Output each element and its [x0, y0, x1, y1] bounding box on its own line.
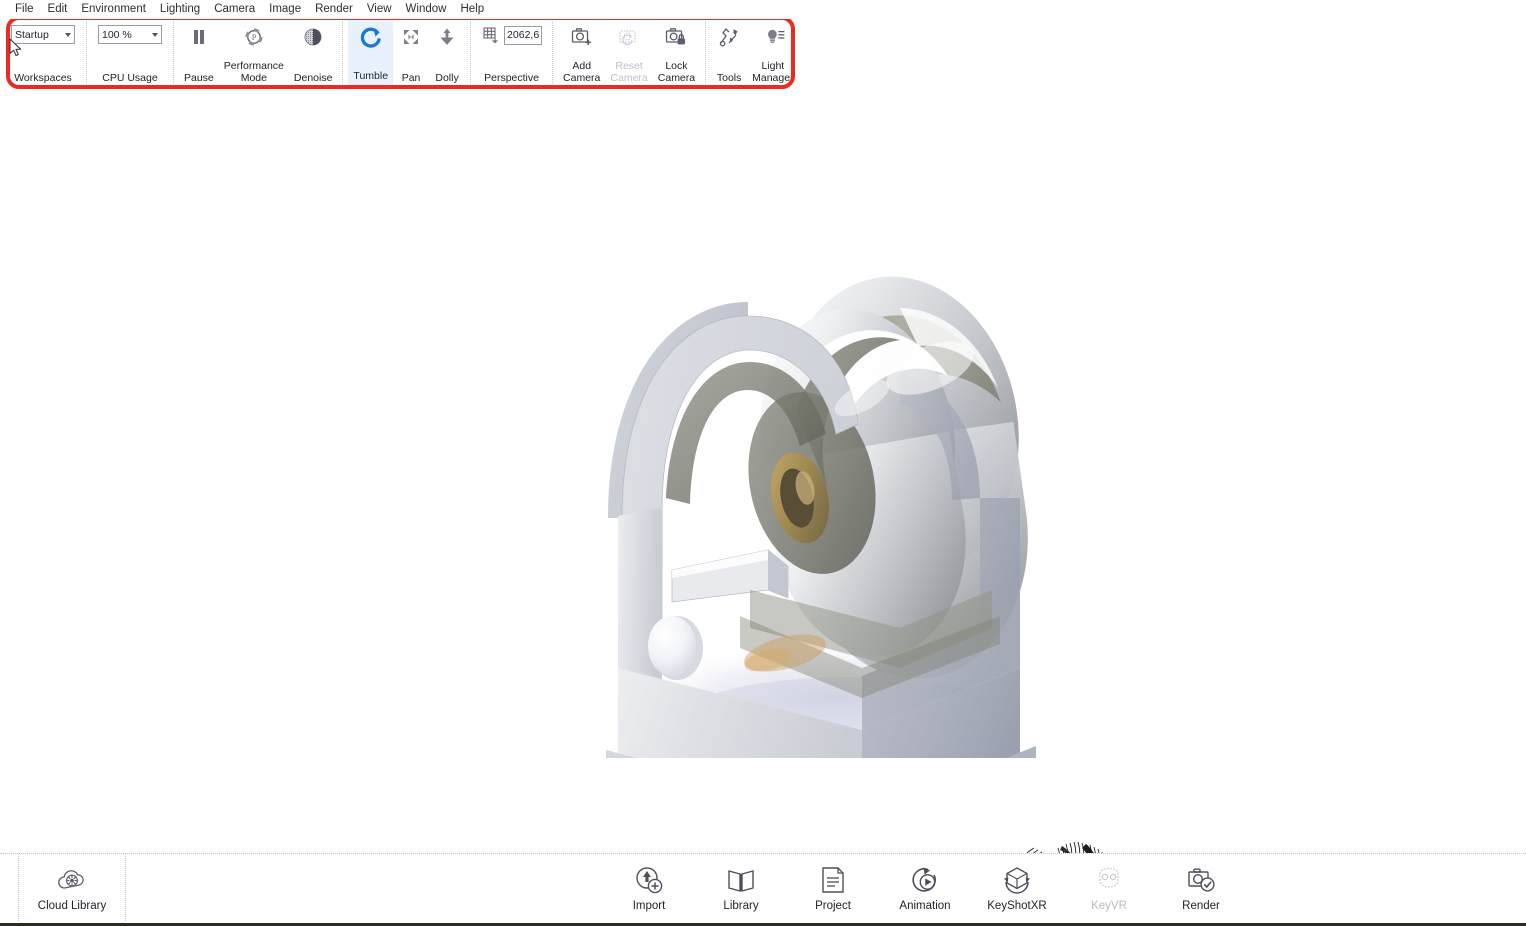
tumble-button[interactable]: Tumble	[348, 19, 394, 88]
workspaces-dropdown[interactable]: Startup	[11, 25, 75, 44]
toolbar-group-workspaces: Startup Workspaces	[0, 19, 87, 88]
render-viewport[interactable]: CADIS www.cad-is.ru	[0, 88, 1526, 856]
menu-bar: File Edit Environment Lighting Camera Im…	[0, 0, 1526, 19]
toolbar-group-perspective: 2062,6 Perspective	[471, 19, 554, 88]
camera-plus-icon	[569, 24, 595, 50]
menu-item-file[interactable]: File	[8, 1, 41, 18]
toolbar-group-cpu-usage: 100 % CPU Usage	[87, 19, 174, 88]
menu-item-help[interactable]: Help	[453, 1, 491, 18]
cpu-usage-label: CPU Usage	[102, 72, 158, 84]
pan-button[interactable]: Pan	[393, 19, 429, 88]
cloud-library-button[interactable]: Cloud Library	[35, 864, 109, 912]
svg-text:P: P	[252, 33, 257, 42]
workspaces-control[interactable]: Startup Workspaces	[5, 19, 81, 88]
menu-item-lighting[interactable]: Lighting	[153, 1, 207, 18]
perspective-grid-icon[interactable]	[481, 25, 501, 45]
book-library-icon	[725, 864, 757, 896]
menu-item-render[interactable]: Render	[308, 1, 360, 18]
keyvr-label: KeyVR	[1091, 899, 1127, 912]
camera-reset-icon	[616, 24, 642, 50]
keyshot-application-window: File Edit Environment Lighting Camera Im…	[0, 0, 1526, 926]
bottom-toolbar: Cloud Library Import Library Project Ani…	[0, 853, 1526, 921]
pause-icon	[186, 24, 212, 50]
import-label: Import	[632, 899, 666, 912]
toolbar-group-navigation: Tumble Pan Dolly	[343, 19, 472, 88]
pause-button[interactable]: Pause	[179, 19, 219, 88]
add-camera-label: Add Camera	[563, 60, 601, 84]
project-document-icon	[817, 864, 849, 896]
cpu-usage-dropdown[interactable]: 100 %	[98, 25, 162, 44]
performance-mode-label: Performance Mode	[223, 60, 284, 84]
lock-camera-label: Lock Camera	[657, 60, 696, 84]
dolly-label: Dolly	[435, 71, 459, 84]
tools-icon	[716, 24, 742, 50]
cloud-library-section: Cloud Library	[18, 854, 126, 921]
dolly-button[interactable]: Dolly	[429, 19, 465, 88]
performance-mode-icon: P	[241, 24, 267, 50]
pan-arrows-icon	[398, 24, 424, 50]
light-manager-button[interactable]: Light Manager	[747, 19, 798, 88]
perspective-row: 2062,6	[481, 25, 543, 45]
workspaces-value: Startup	[15, 28, 49, 41]
keyvr-headset-icon	[1093, 864, 1125, 896]
denoise-sphere-icon	[300, 24, 326, 50]
keyshotxr-cube-icon	[1001, 864, 1033, 896]
tools-label: Tools	[716, 71, 742, 84]
perspective-control[interactable]: 2062,6 Perspective	[476, 19, 547, 88]
toolbar-group-render-controls: Pause P Performance Mode Denoise	[174, 19, 344, 88]
add-camera-button[interactable]: Add Camera	[558, 19, 605, 88]
tumble-label: Tumble	[353, 69, 389, 82]
project-label: Project	[815, 899, 851, 912]
import-icon	[633, 864, 665, 896]
camera-lock-icon	[663, 24, 689, 50]
render-button[interactable]: Render	[1164, 864, 1238, 912]
lock-camera-button[interactable]: Lock Camera	[653, 19, 700, 88]
animation-label: Animation	[899, 899, 951, 912]
toolbar-group-tools: Tools Light Manager	[706, 19, 803, 88]
pause-label: Pause	[184, 71, 214, 84]
bottom-toolbar-actions: Import Library Project Animation KeyShot…	[612, 854, 1238, 921]
chevron-down-icon	[65, 32, 71, 37]
menu-item-edit[interactable]: Edit	[41, 1, 75, 18]
cpu-usage-value: 100 %	[102, 28, 132, 41]
performance-mode-button[interactable]: P Performance Mode	[219, 19, 289, 88]
library-button[interactable]: Library	[704, 864, 778, 912]
animation-play-icon	[909, 864, 941, 896]
project-button[interactable]: Project	[796, 864, 870, 912]
tools-button[interactable]: Tools	[711, 19, 747, 88]
chevron-down-icon	[152, 32, 158, 37]
tumble-rotate-icon	[358, 24, 384, 50]
library-label: Library	[723, 899, 759, 912]
reset-camera-label: Reset Camera	[610, 60, 648, 84]
perspective-label: Perspective	[484, 71, 539, 84]
menu-item-environment[interactable]: Environment	[74, 1, 153, 18]
denoise-button[interactable]: Denoise	[289, 19, 338, 88]
main-toolbar: Startup Workspaces 100 % CPU Usage Pause…	[0, 19, 1526, 88]
render-label: Render	[1182, 899, 1220, 912]
keyvr-button: KeyVR	[1072, 864, 1146, 912]
animation-button[interactable]: Animation	[888, 864, 962, 912]
toolbar-group-cameras: Add Camera Reset Camera Lock Camera	[553, 19, 707, 88]
cloud-library-icon	[56, 864, 88, 896]
keyshotxr-label: KeyShotXR	[987, 899, 1047, 912]
cloud-library-label: Cloud Library	[37, 899, 107, 912]
menu-item-view[interactable]: View	[360, 1, 399, 18]
render-camera-check-icon	[1185, 864, 1217, 896]
denoise-label: Denoise	[293, 71, 333, 84]
menu-item-image[interactable]: Image	[262, 1, 308, 18]
import-button[interactable]: Import	[612, 864, 686, 912]
perspective-value-input[interactable]: 2062,6	[504, 25, 543, 45]
three-d-model-render	[600, 198, 1060, 856]
reset-camera-button: Reset Camera	[605, 19, 652, 88]
dolly-arrow-icon	[434, 24, 460, 50]
keyshotxr-button[interactable]: KeyShotXR	[980, 864, 1054, 912]
menu-item-camera[interactable]: Camera	[207, 1, 262, 18]
pan-label: Pan	[401, 71, 421, 84]
light-bulb-icon	[760, 24, 786, 50]
workspaces-label: Workspaces	[14, 72, 72, 84]
cpu-usage-control[interactable]: 100 % CPU Usage	[92, 19, 168, 88]
light-manager-label: Light Manager	[752, 60, 794, 84]
menu-item-window[interactable]: Window	[399, 1, 454, 18]
